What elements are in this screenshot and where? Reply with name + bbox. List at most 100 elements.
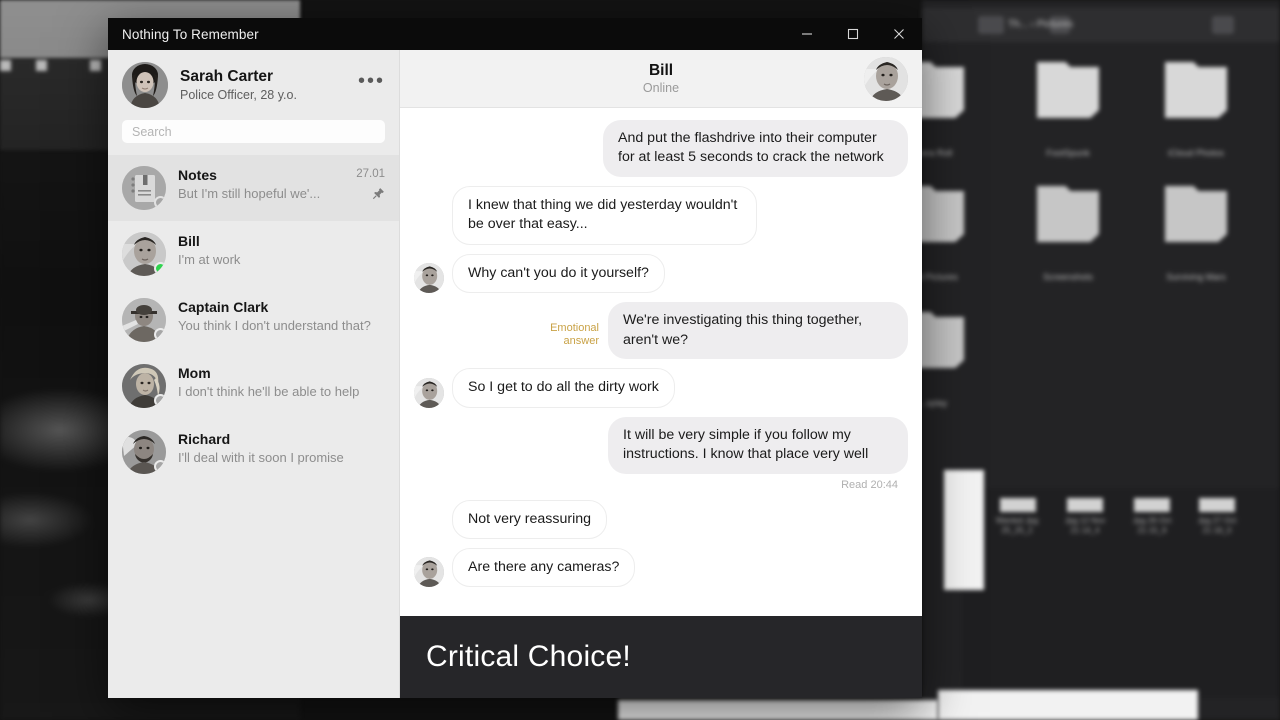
bg-icon-c — [90, 60, 101, 71]
more-options-icon[interactable]: ••• — [358, 71, 385, 94]
bg-thumbnail — [1067, 498, 1103, 512]
chat-header-avatar[interactable] — [864, 56, 908, 101]
bg-folder-label: FootSpunk — [1046, 148, 1090, 158]
chat-item-preview: I'm at work — [178, 252, 241, 267]
message-bubble-incoming: I knew that thing we did yesterday would… — [452, 185, 757, 245]
bg-folder-icon — [1165, 62, 1227, 118]
message-avatar — [414, 377, 444, 408]
critical-choice-banner: Critical Choice! — [400, 616, 922, 698]
title-bar[interactable]: Nothing To Remember — [108, 18, 922, 50]
message-bubble-outgoing: We're investigating this thing together,… — [608, 302, 908, 360]
chat-list-item-notes[interactable]: Notes But I'm still hopeful we'... 27.01 — [108, 155, 399, 221]
bg-thumbnail — [1000, 498, 1036, 512]
message-bubble-outgoing: It will be very simple if you follow my … — [608, 416, 908, 474]
maximize-icon[interactable] — [830, 18, 876, 50]
bg-thumbnail-label: Wanted Jpg 25_25_2 — [995, 516, 1039, 535]
emotional-answer-tag: Emotional answer — [533, 322, 599, 350]
read-receipt-row: Read 20:44 — [414, 479, 908, 491]
chat-item-name: Mom — [178, 365, 211, 381]
chat-status: Online — [642, 81, 680, 95]
message-row-emotional: Emotional answer We're investigating thi… — [414, 302, 908, 360]
background-file-explorer: Th... › Pictures ...era Roll FootSpunk i… — [902, 0, 1280, 720]
bg-white-panel — [618, 700, 938, 720]
chat-item-name: Richard — [178, 431, 231, 447]
emotional-tag-line1: Emotional — [550, 321, 599, 334]
avatar — [122, 62, 168, 108]
bg-folder-label: iCloud Photos — [1167, 148, 1225, 158]
chat-item-name: Captain Clark — [178, 299, 269, 315]
avatar — [122, 364, 166, 408]
avatar — [122, 232, 166, 276]
window-controls — [784, 18, 922, 50]
message-avatar — [414, 263, 444, 294]
message-row: Are there any cameras? — [414, 547, 908, 588]
chat-item-time: 27.01 — [356, 168, 385, 180]
avatar — [122, 430, 166, 474]
search-container — [108, 114, 399, 155]
bg-toolbar-pill-1 — [978, 16, 1004, 34]
close-icon[interactable] — [876, 18, 922, 50]
message-bubble-incoming: Why can't you do it yourself? — [452, 253, 665, 294]
bg-icon-b — [36, 60, 47, 71]
chat-item-name: Notes — [178, 167, 217, 183]
chat-item-body: Captain Clark You think I don't understa… — [178, 298, 379, 333]
chat-item-body: Bill I'm at work — [178, 232, 379, 267]
pin-icon — [372, 187, 385, 200]
status-indicator — [154, 460, 166, 473]
chat-item-meta: 27.01 — [356, 166, 385, 200]
message-bubble-incoming: So I get to do all the dirty work — [452, 368, 675, 408]
minimize-icon[interactable] — [784, 18, 830, 50]
chat-item-preview: You think I don't understand that? — [178, 318, 371, 333]
message-list: And put the flashdrive into their comput… — [400, 108, 922, 616]
chat-item-body: Mom I don't think he'll be able to help — [178, 364, 379, 399]
chat-header: Bill Online — [400, 50, 922, 108]
status-indicator — [154, 394, 166, 407]
search-input[interactable] — [122, 120, 385, 143]
critical-choice-text: Critical Choice! — [426, 640, 631, 673]
message-avatar — [414, 557, 444, 588]
bg-white-panel — [938, 690, 1198, 720]
bg-folder-label: Surviving Mars — [1166, 272, 1226, 282]
status-indicator — [154, 328, 166, 341]
message-row: So I get to do all the dirty work — [414, 368, 908, 408]
message-row: Why can't you do it yourself? — [414, 253, 908, 294]
app-window: Nothing To Remember Sarah Carter Police … — [108, 18, 922, 698]
bg-breadcrumb: Th... › Pictures — [1008, 19, 1074, 30]
message-row: Not very reassuring — [414, 499, 908, 539]
chat-item-body: Richard I'll deal with it soon I promise — [178, 430, 379, 465]
chat-list-item-bill[interactable]: Bill I'm at work — [108, 221, 399, 287]
chat-list-item-mom[interactable]: Mom I don't think he'll be able to help — [108, 353, 399, 419]
chat-item-preview: I don't think he'll be able to help — [178, 384, 360, 399]
bg-toolbar-pill-3 — [1212, 16, 1234, 34]
status-indicator-online — [154, 262, 166, 275]
chat-item-preview: But I'm still hopeful we'... — [178, 186, 321, 201]
chat-panel: Bill Online And put the flashdrive into … — [400, 50, 922, 698]
chat-item-name: Bill — [178, 233, 200, 249]
bg-white-panel — [944, 470, 984, 590]
message-row: I knew that thing we did yesterday would… — [414, 185, 908, 245]
notes-icon — [122, 166, 166, 210]
profile-role: Police Officer, 28 y.o. — [180, 88, 297, 102]
profile-meta: Sarah Carter Police Officer, 28 y.o. — [180, 68, 297, 102]
bg-thumbnail — [1199, 498, 1235, 512]
message-bubble-incoming: Not very reassuring — [452, 499, 608, 539]
message-bubble-outgoing: And put the flashdrive into their comput… — [603, 120, 908, 177]
chat-item-body: Notes But I'm still hopeful we'... — [178, 166, 350, 201]
chat-list-item-captain-clark[interactable]: Captain Clark You think I don't understa… — [108, 287, 399, 353]
read-receipt: Read 20:44 — [841, 478, 898, 491]
bg-icon-a — [0, 60, 11, 71]
chat-title: Bill — [648, 62, 674, 79]
chat-list: Notes But I'm still hopeful we'... 27.01 — [108, 155, 399, 698]
bg-thumbnail — [1134, 498, 1170, 512]
status-indicator — [154, 196, 166, 209]
avatar — [122, 298, 166, 342]
chat-header-center: Bill Online — [400, 62, 922, 95]
user-profile[interactable]: Sarah Carter Police Officer, 28 y.o. ••• — [108, 50, 399, 114]
message-row: It will be very simple if you follow my … — [414, 416, 908, 474]
emotional-tag-line2: answer — [563, 335, 599, 348]
message-row: And put the flashdrive into their comput… — [414, 120, 908, 177]
chat-list-item-richard[interactable]: Richard I'll deal with it soon I promise — [108, 419, 399, 485]
profile-name: Sarah Carter — [180, 68, 274, 85]
bg-thumbnail-label: Jpg 26 Oct 21 15_9 — [1132, 516, 1172, 535]
bg-folder-label: Screenshots — [1042, 272, 1094, 282]
